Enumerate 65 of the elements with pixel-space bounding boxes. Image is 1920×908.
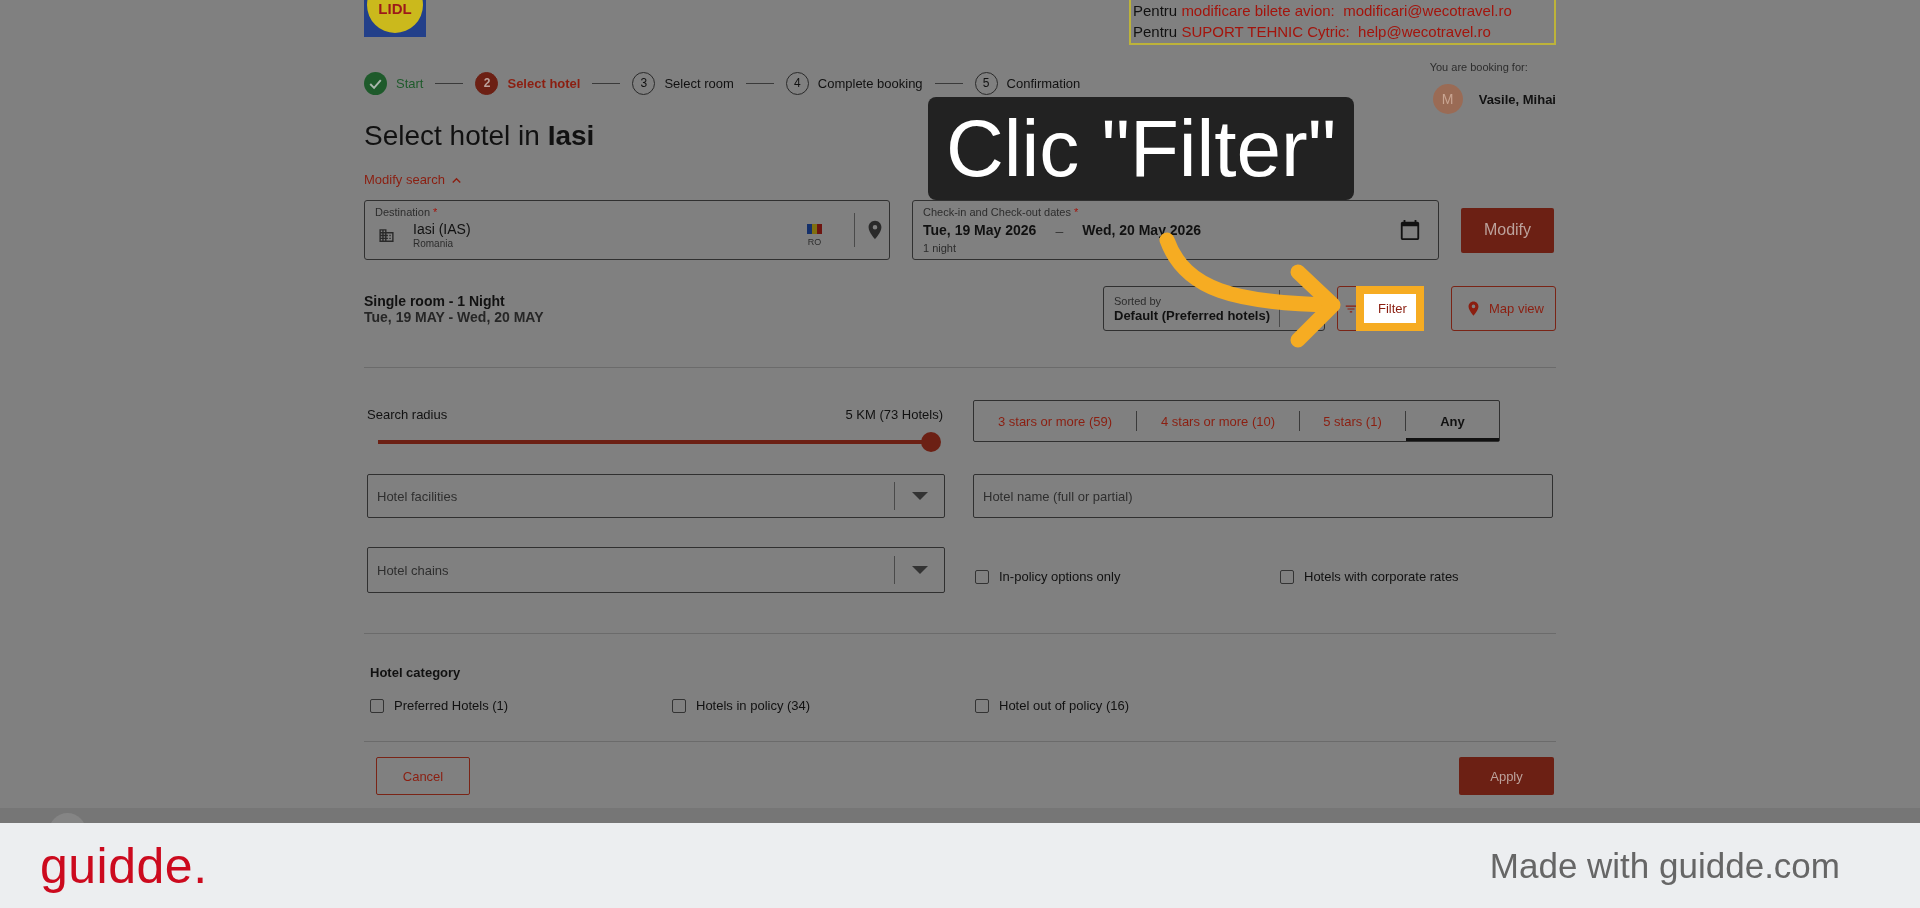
credit-text: Made with guidde.com [1489, 848, 1840, 883]
nights-count: 1 night [923, 241, 957, 255]
option-label: Hotel out of policy (16) [999, 697, 1130, 715]
date-separator: – [1055, 222, 1064, 239]
booking-for-label: You are booking for: [1429, 60, 1529, 74]
field-label: Check-in and Check-out dates * [923, 206, 1079, 219]
page-title: Select hotel in Iasi [364, 119, 595, 153]
hotel-facilities-dropdown[interactable]: Hotel facilities [367, 474, 945, 518]
step-label: Complete booking [817, 75, 923, 91]
step-label: Select room [664, 75, 734, 91]
step-label: Start [396, 75, 424, 91]
star-filter-tab[interactable]: 3 stars or more (59) [974, 401, 1136, 441]
checkbox[interactable] [975, 570, 989, 584]
map-view-button[interactable]: Map view [1451, 286, 1556, 331]
checkbox[interactable] [370, 699, 384, 713]
field-label: Destination * [375, 206, 438, 219]
contact-line: Pentru SUPORT TEHNIC Cytric: help@wecotravel.ro [1133, 22, 1492, 42]
cancel-button[interactable]: Cancel [376, 757, 470, 795]
checkbox[interactable] [1280, 570, 1294, 584]
option-label: Hotels in policy (34) [696, 697, 811, 715]
modify-button[interactable]: Modify [1461, 207, 1554, 253]
modify-search-link[interactable]: Modify search [364, 171, 465, 189]
traveler-name: Vasile, Mihai [1478, 91, 1556, 107]
logo[interactable]: LIDL [364, 0, 426, 37]
calendar-icon[interactable] [1399, 219, 1421, 241]
sort-dropdown[interactable]: Sorted by Default (Preferred hotels) [1103, 286, 1325, 331]
country-code: RO [807, 236, 822, 247]
instruction-callout: Clic "Filter" [928, 97, 1354, 200]
step-label: Confirmation [1006, 75, 1081, 91]
stay-dates: Tue, 19 MAY - Wed, 20 MAY [364, 308, 544, 325]
search-radius-reading: 5 KM (73 Hotels) [845, 406, 943, 424]
country-name: Romania [413, 238, 454, 250]
brand-logo: guidde. [40, 840, 208, 891]
slider-thumb[interactable] [921, 432, 941, 452]
section-heading: Hotel category [370, 664, 461, 682]
check-in-date: Tue, 19 May 2026 [923, 222, 1037, 239]
sort-value: Default (Preferred hotels) [1114, 307, 1271, 324]
search-radius-label: Search radius [367, 406, 448, 424]
option-label: Hotels with corporate rates [1304, 568, 1459, 586]
destination-value: Iasi (IAS) [413, 221, 471, 238]
step-label: Select hotel [507, 75, 581, 91]
hotel-name-input[interactable]: Hotel name (full or partial) [973, 474, 1553, 518]
field-label: Sorted by [1114, 293, 1162, 308]
option-label: In-policy options only [999, 568, 1121, 586]
caret-down-icon [911, 492, 928, 500]
apply-button[interactable]: Apply [1459, 757, 1554, 795]
user-avatar: M [1432, 84, 1463, 114]
caret-down-icon [911, 566, 928, 574]
check-circle-icon [364, 71, 387, 95]
building-icon [378, 227, 395, 244]
contact-line: Pentru modificare bilete avion: modificari@wecotravel.ro [1133, 1, 1513, 21]
checkbox[interactable] [975, 699, 989, 713]
dates-field[interactable]: Check-in and Check-out dates * Tue, 19 May 2026 – Wed, 20 May 2026 1 night [912, 200, 1439, 260]
filter-button[interactable]: Filter [1337, 286, 1424, 331]
destination-field[interactable]: Destination * Iasi (IAS) Romania RO [364, 200, 890, 260]
star-filter-tab[interactable]: Any [1406, 401, 1499, 441]
flag-icon [807, 223, 822, 234]
step-number: 2 [475, 71, 499, 95]
checkbox[interactable] [672, 699, 686, 713]
check-out-date: Wed, 20 May 2026 [1082, 222, 1201, 239]
room-summary: Single room - 1 Night [364, 292, 505, 309]
option-label: Preferred Hotels (1) [394, 697, 509, 715]
star-filter-tab[interactable]: 4 stars or more (10) [1137, 401, 1299, 441]
star-filter-tab[interactable]: 5 stars (1) [1300, 401, 1405, 441]
hotel-chains-dropdown[interactable]: Hotel chains [367, 547, 945, 593]
